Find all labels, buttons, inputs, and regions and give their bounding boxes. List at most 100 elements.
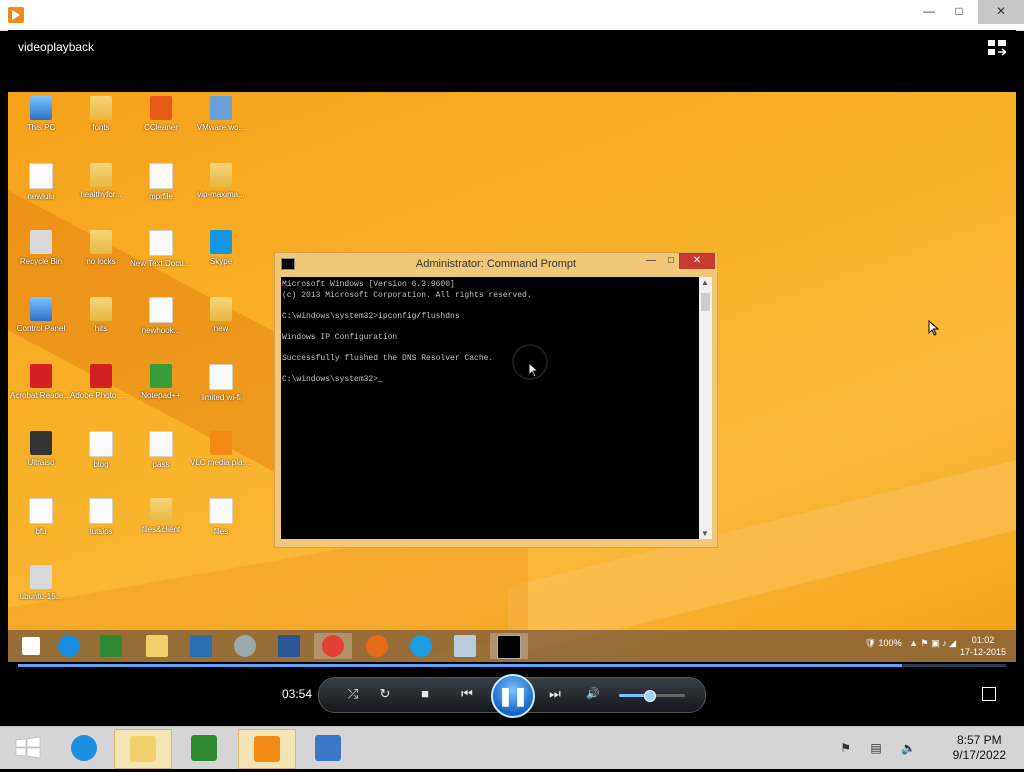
scroll-down-icon[interactable]: ▼ bbox=[701, 529, 709, 538]
file-explorer-icon[interactable] bbox=[114, 729, 172, 769]
desktop-icon[interactable]: VLC media player bbox=[190, 431, 252, 468]
desktop-icon[interactable]: limited wi-fi bbox=[190, 364, 252, 403]
network-app-icon[interactable] bbox=[300, 729, 356, 767]
desktop-icon[interactable]: healthyfor... bbox=[70, 163, 132, 200]
switch-view-icon[interactable] bbox=[988, 40, 1008, 56]
stop-icon[interactable]: ■ bbox=[415, 686, 435, 702]
video-title: videoplayback bbox=[18, 40, 95, 54]
remote-skype-icon[interactable] bbox=[402, 633, 440, 659]
maximize-button[interactable]: □ bbox=[944, 0, 974, 24]
desktop-icon[interactable]: Ultraiso bbox=[10, 431, 72, 468]
adobe-icon bbox=[90, 364, 112, 388]
vmware-icon bbox=[210, 96, 232, 120]
volume-slider[interactable] bbox=[619, 690, 685, 702]
volume-knob[interactable] bbox=[643, 690, 656, 702]
desktop-icon[interactable]: New Text Document bbox=[130, 230, 192, 269]
store-icon[interactable] bbox=[176, 729, 232, 767]
cmd-titlebar[interactable]: Administrator: Command Prompt — □ ✕ bbox=[275, 253, 717, 275]
command-prompt-window[interactable]: Administrator: Command Prompt — □ ✕ Micr… bbox=[274, 252, 718, 548]
file-icon bbox=[89, 431, 113, 457]
notepad-icon bbox=[150, 364, 172, 388]
desktop-icon-label: newhook... bbox=[141, 326, 181, 335]
battery-icon: 🛡 bbox=[864, 638, 879, 648]
desktop-icon-label: New Text Document bbox=[130, 259, 192, 268]
ie-icon[interactable] bbox=[56, 729, 112, 767]
desktop-icon-label: pass bbox=[152, 460, 170, 469]
desktop-icon-label: CCleaner bbox=[144, 123, 178, 132]
media-player-taskbar-icon[interactable] bbox=[238, 729, 296, 769]
scroll-thumb[interactable] bbox=[701, 293, 710, 311]
shuffle-icon[interactable]: ⤮ bbox=[343, 686, 363, 702]
desktop-icon[interactable]: files&client bbox=[130, 498, 192, 535]
desktop-icon[interactable]: Adobe Photo Office bbox=[70, 364, 132, 401]
desktop-icon-label: fonts bbox=[92, 123, 110, 132]
remote-chrome-icon[interactable] bbox=[314, 633, 352, 659]
desktop-icon[interactable]: Control Panel bbox=[10, 297, 72, 334]
desktop-icon-label: VMware wo... bbox=[196, 123, 246, 132]
minimize-button[interactable]: — bbox=[914, 0, 944, 24]
desktop-icon-label: Control Panel bbox=[16, 324, 66, 333]
host-clock-time: 8:57 PM bbox=[956, 733, 1002, 747]
desktop-icon[interactable]: newlulu bbox=[10, 163, 72, 202]
remote-start-icon[interactable] bbox=[12, 633, 50, 659]
tray-icons: ▲ ⚑ ▣ ♪ ◢ bbox=[904, 638, 956, 648]
close-button[interactable]: ✕ bbox=[978, 0, 1024, 24]
folder-icon bbox=[90, 163, 112, 187]
next-icon[interactable]: ⏭ bbox=[545, 686, 565, 702]
remote-explorer-icon[interactable] bbox=[138, 633, 176, 659]
mute-icon[interactable]: 🔊 bbox=[583, 686, 603, 702]
recycle-bin-icon bbox=[30, 230, 52, 254]
desktop-icon[interactable]: files bbox=[190, 498, 252, 537]
remote-notes-icon[interactable] bbox=[446, 633, 484, 659]
desktop-icon[interactable]: CCleaner bbox=[130, 96, 192, 133]
desktop-icon[interactable]: This PC bbox=[10, 96, 72, 133]
desktop-icon[interactable]: blog bbox=[70, 431, 132, 470]
desktop-icon-label: bfu bbox=[35, 527, 47, 536]
desktop-icon[interactable]: vip-maxima... bbox=[190, 163, 252, 200]
cmd-scrollbar[interactable]: ▲ ▼ bbox=[699, 277, 712, 539]
host-taskbar: ⚑ ▤ 🔈 8:57 PM 9/17/2022 bbox=[0, 726, 1024, 769]
start-icon[interactable] bbox=[0, 729, 56, 767]
ultraiso-icon bbox=[30, 431, 52, 455]
remote-disc-icon[interactable] bbox=[226, 633, 264, 659]
desktop-icon[interactable]: VMware wo... bbox=[190, 96, 252, 133]
remote-cmd-icon[interactable] bbox=[490, 633, 528, 659]
remote-store-icon[interactable] bbox=[92, 633, 130, 659]
desktop-icon[interactable]: mprfile bbox=[130, 163, 192, 202]
desktop-icon[interactable]: bfu bbox=[10, 498, 72, 537]
remote-word-icon[interactable] bbox=[270, 633, 308, 659]
desktop-icon[interactable]: new bbox=[190, 297, 252, 334]
remote-monitor-icon[interactable] bbox=[182, 633, 220, 659]
desktop-icon[interactable]: hits bbox=[70, 297, 132, 334]
desktop-icon-label: Acrobat Reader XI bbox=[10, 391, 72, 400]
desktop-icon[interactable]: ubuntu-15... bbox=[10, 565, 72, 602]
file-icon bbox=[29, 163, 53, 189]
desktop-icon[interactable]: Notepad++ bbox=[130, 364, 192, 401]
remote-clock-time: 01:02 bbox=[971, 635, 995, 645]
desktop-icon[interactable]: Skype bbox=[190, 230, 252, 267]
remote-firefox-icon[interactable] bbox=[358, 633, 396, 659]
video-frame-desktop[interactable]: This PC fonts CCleaner VMware wo... newlulu h… bbox=[8, 92, 1016, 662]
remote-ie-icon[interactable] bbox=[50, 633, 88, 659]
remote-clock-date: 17-12-2015 bbox=[959, 647, 1006, 657]
desktop-icon[interactable]: newhook... bbox=[130, 297, 192, 336]
desktop-icon[interactable]: pass bbox=[130, 431, 192, 470]
cmd-console[interactable]: Microsoft Windows [Version 6.3.9600] (c)… bbox=[281, 277, 699, 539]
folder-icon bbox=[90, 297, 112, 321]
host-clock: 8:57 PM 9/17/2022 bbox=[953, 733, 1006, 763]
scroll-up-icon[interactable]: ▲ bbox=[701, 278, 709, 287]
control-panel-icon bbox=[30, 297, 52, 321]
desktop-icon[interactable]: Acrobat Reader XI bbox=[10, 364, 72, 401]
desktop-icon[interactable]: Recycle Bin bbox=[10, 230, 72, 267]
battery-level: 100% bbox=[878, 638, 902, 648]
file-icon bbox=[149, 163, 173, 189]
pause-button[interactable]: ❚❚ bbox=[491, 674, 535, 718]
desktop-icon-label: VLC media player bbox=[190, 458, 252, 467]
desktop-icon[interactable]: tutsips bbox=[70, 498, 132, 537]
desktop-icon[interactable]: no locks bbox=[70, 230, 132, 267]
previous-icon[interactable]: ⏮ bbox=[457, 686, 477, 702]
desktop-icon[interactable]: fonts bbox=[70, 96, 132, 133]
cmd-close-button[interactable]: ✕ bbox=[679, 253, 715, 269]
repeat-icon[interactable]: ↻ bbox=[375, 686, 395, 702]
fullscreen-icon[interactable] bbox=[982, 687, 996, 701]
